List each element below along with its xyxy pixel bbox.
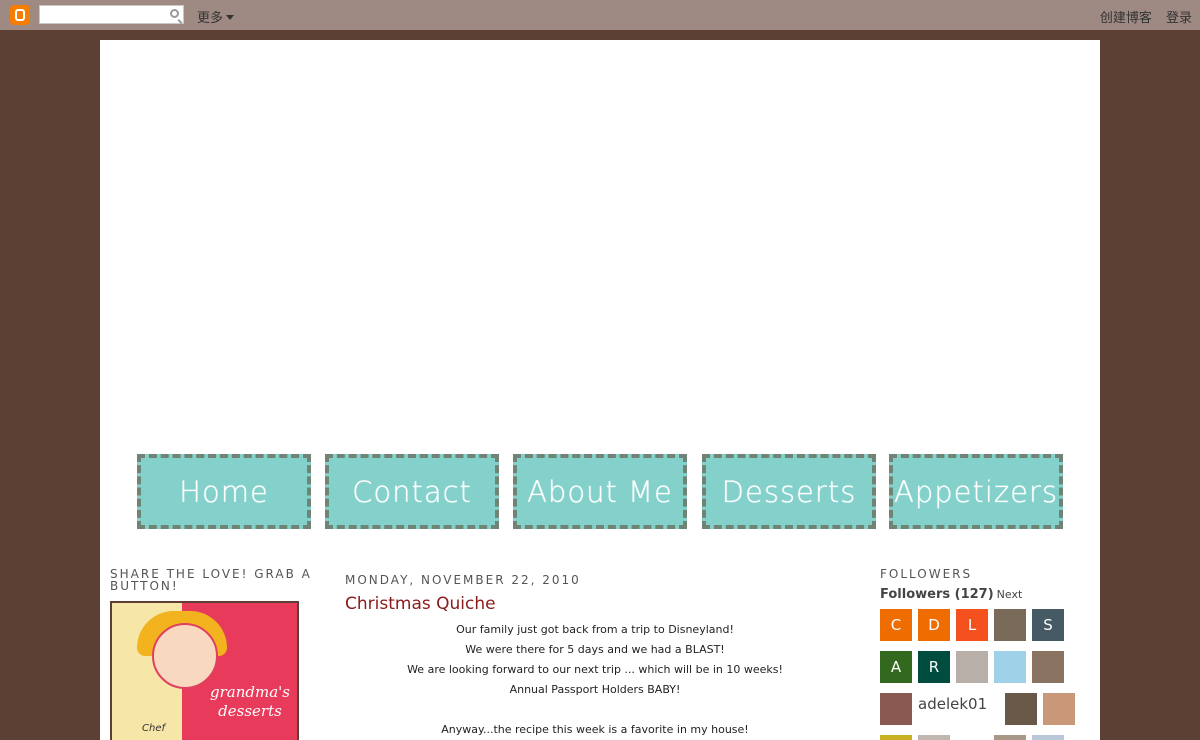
header-banner: [100, 40, 1100, 450]
post-line-blank: [345, 700, 845, 720]
create-blog-link[interactable]: 创建博客: [1100, 11, 1152, 26]
follower-avatar[interactable]: R: [918, 651, 950, 683]
post-line: We were there for 5 days and we had a BL…: [465, 643, 725, 656]
blogger-logo-icon[interactable]: [10, 5, 30, 25]
follower-avatar[interactable]: D: [918, 609, 950, 641]
chef-label: Chef: [142, 723, 165, 734]
navbar-right-links: 创建博客 登录: [1090, 7, 1192, 26]
post-line: We are looking forward to our next trip …: [407, 663, 783, 676]
follower-avatar[interactable]: [994, 735, 1026, 740]
follower-broken-image[interactable]: adelek01: [918, 695, 987, 713]
grab-button-image[interactable]: grandma's desserts Chef: [110, 601, 299, 740]
post-line: Anyway...the recipe this week is a favor…: [441, 723, 749, 736]
follower-avatar[interactable]: A: [880, 651, 912, 683]
blogger-navbar: 更多 创建博客 登录: [0, 0, 1200, 30]
post-title[interactable]: Christmas Quiche: [345, 594, 845, 614]
page-content: Home Contact About Me Desserts Appetizer…: [100, 40, 1100, 740]
nav-button-home[interactable]: Home: [137, 454, 311, 529]
more-menu[interactable]: 更多: [197, 7, 235, 26]
grab-button-face: [152, 623, 218, 689]
search-input[interactable]: [39, 5, 184, 24]
followers-widget: FOLLOWERS Followers (127) Next C D L S A …: [880, 567, 1090, 740]
follower-avatar[interactable]: [1032, 651, 1064, 683]
left-sidebar: SHARE THE LOVE! GRAB A BUTTON! grandma's…: [110, 567, 320, 740]
post-date: MONDAY, NOVEMBER 22, 2010: [345, 573, 581, 587]
nav-buttons: Home Contact About Me Desserts Appetizer…: [137, 454, 1067, 529]
follower-avatar[interactable]: [1043, 693, 1075, 725]
follower-avatar[interactable]: [994, 651, 1026, 683]
blog-post: MONDAY, NOVEMBER 22, 2010 Christmas Quic…: [345, 573, 845, 740]
login-link[interactable]: 登录: [1166, 11, 1192, 26]
post-body: Our family just got back from a trip to …: [345, 620, 845, 740]
caret-down-icon: [226, 15, 235, 20]
followers-title: FOLLOWERS: [880, 567, 973, 581]
follower-avatar[interactable]: [956, 651, 988, 683]
follower-avatar[interactable]: [880, 693, 912, 725]
search-icon[interactable]: [170, 9, 179, 18]
nav-button-about-me[interactable]: About Me: [513, 454, 687, 529]
nav-button-desserts[interactable]: Desserts: [702, 454, 876, 529]
more-menu-label: 更多: [197, 11, 224, 26]
followers-count: Followers (127) Next: [880, 587, 1090, 602]
nav-button-appetizers[interactable]: Appetizers: [889, 454, 1063, 529]
follower-avatar[interactable]: C: [880, 609, 912, 641]
follower-avatar[interactable]: [918, 735, 950, 740]
follower-avatar[interactable]: S: [1032, 609, 1064, 641]
post-line: Annual Passport Holders BABY!: [509, 683, 681, 696]
follower-avatar[interactable]: [1005, 693, 1037, 725]
grab-button-text: grandma's desserts: [210, 683, 290, 720]
follower-avatar[interactable]: L: [956, 609, 988, 641]
grab-button-title: SHARE THE LOVE! GRAB A BUTTON!: [110, 567, 312, 593]
follower-avatar[interactable]: [994, 609, 1026, 641]
follower-avatar[interactable]: [1032, 735, 1064, 740]
nav-button-contact[interactable]: Contact: [325, 454, 499, 529]
followers-next-link[interactable]: Next: [997, 588, 1023, 601]
post-line: Our family just got back from a trip to …: [456, 623, 734, 636]
follower-avatar[interactable]: [880, 735, 912, 740]
followers-count-label: Followers (127): [880, 587, 994, 602]
